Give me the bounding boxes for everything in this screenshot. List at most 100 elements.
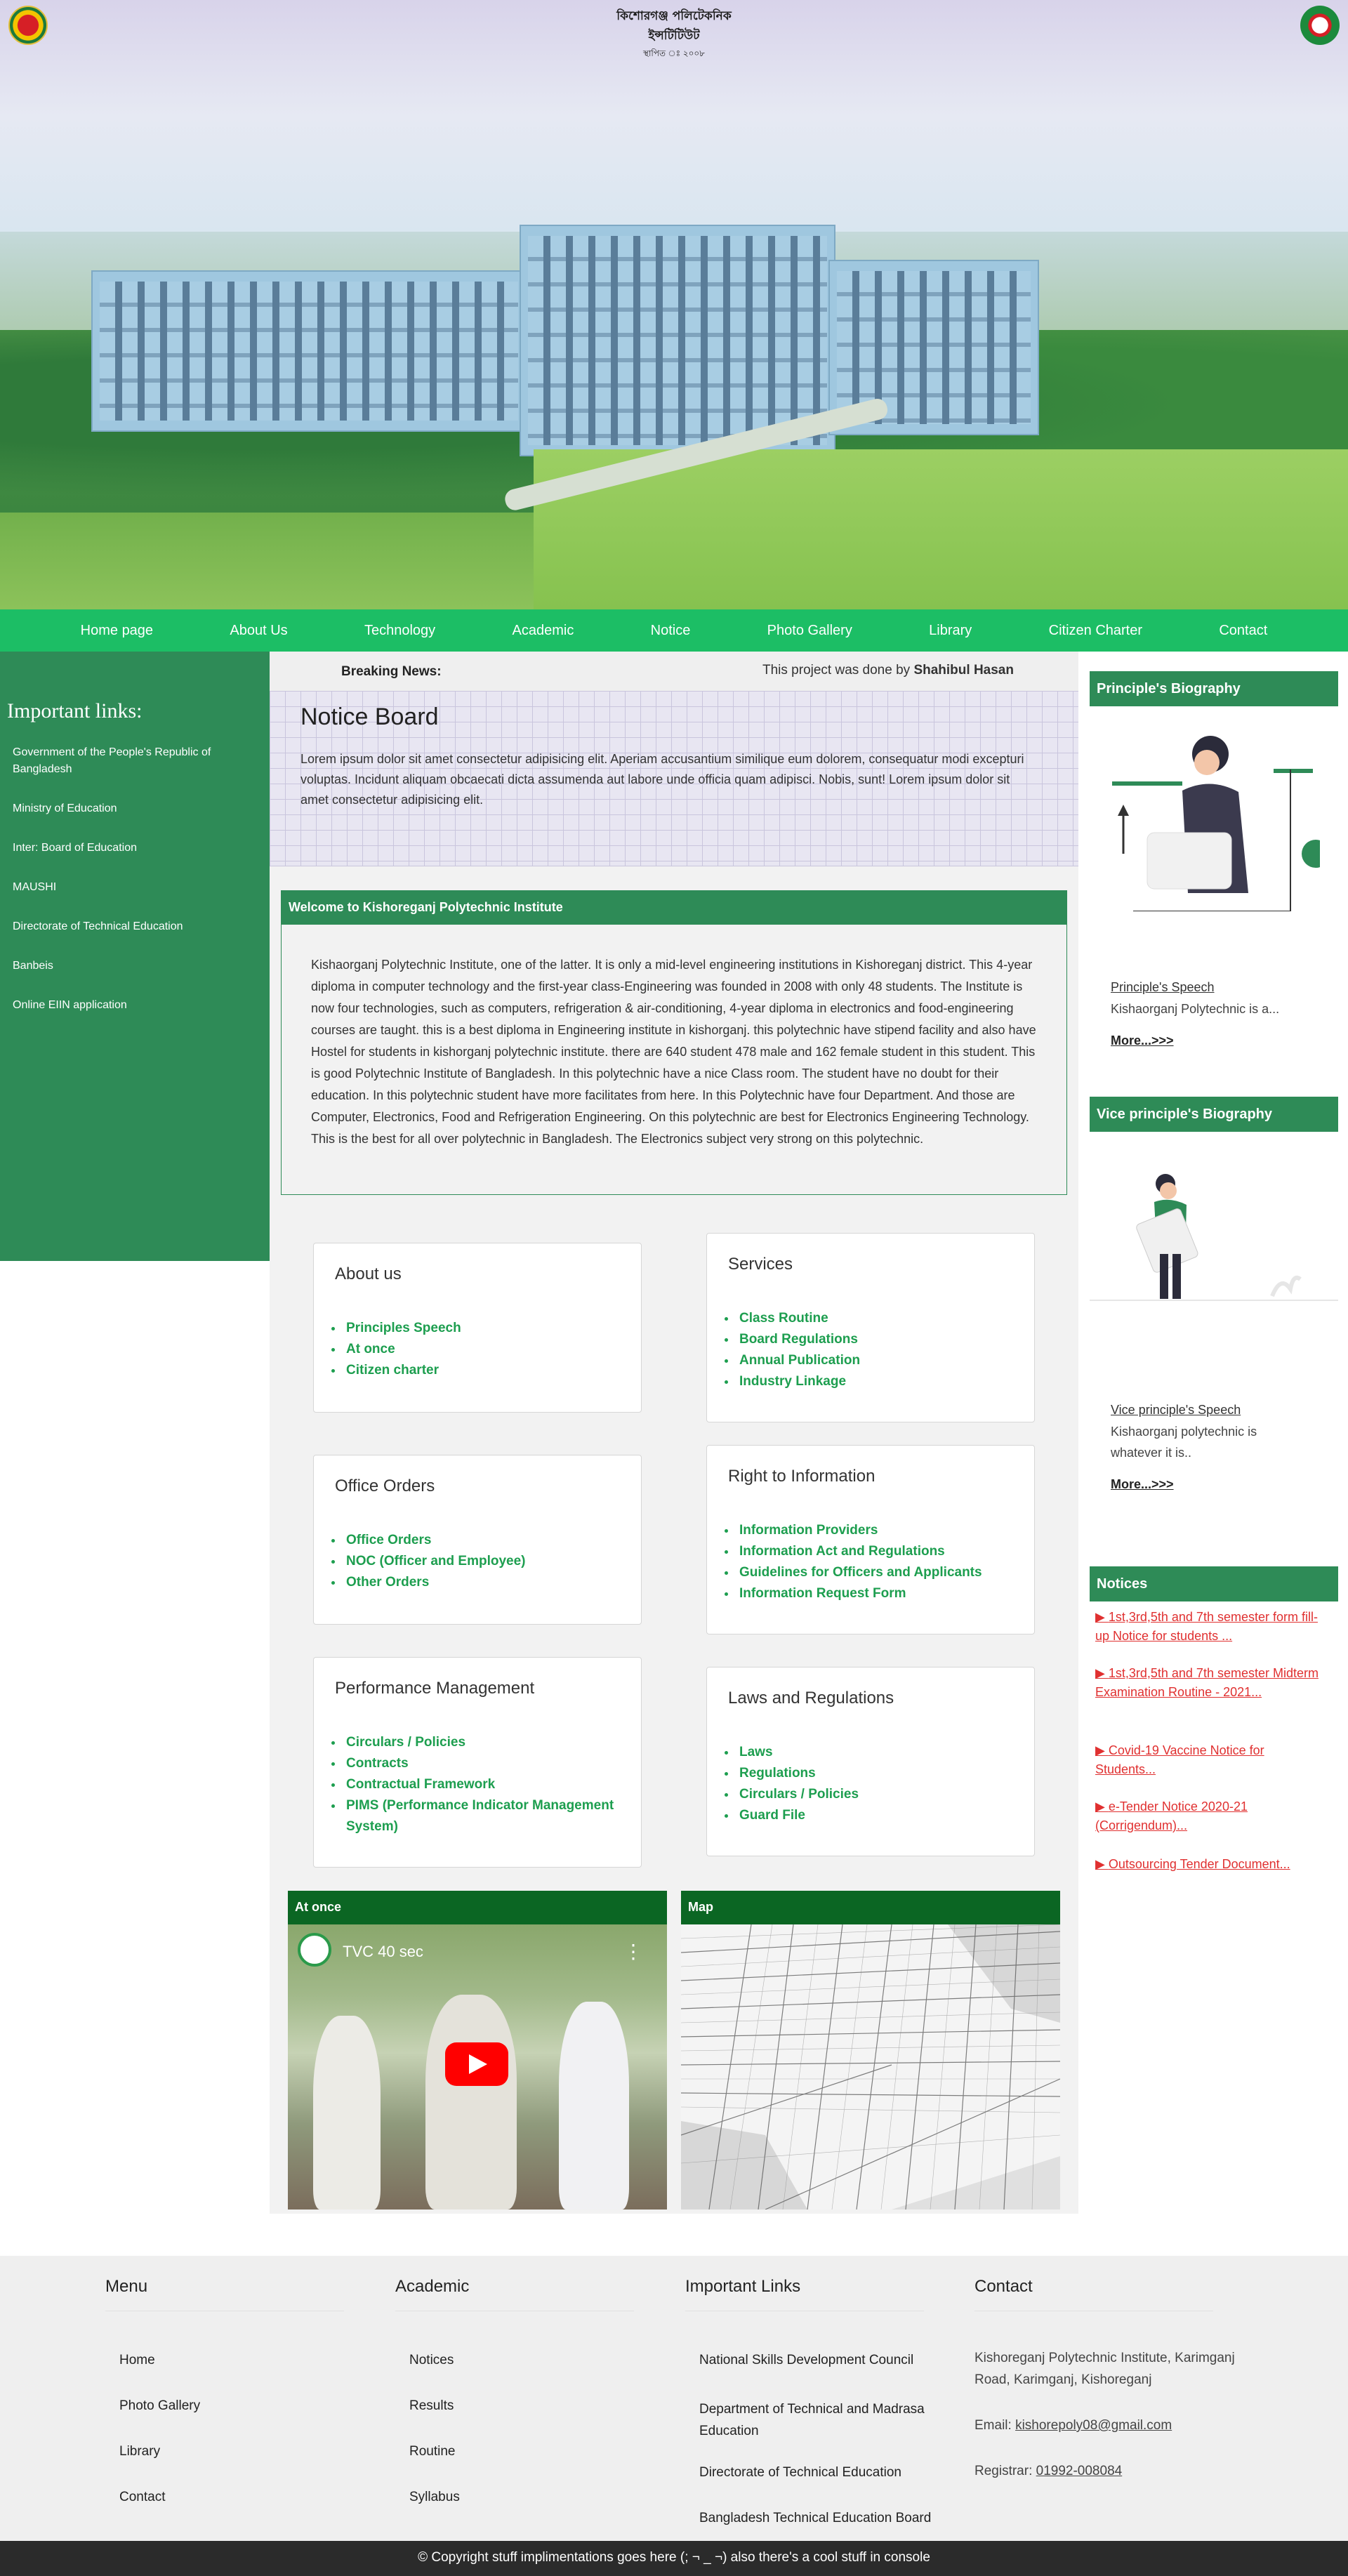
footer-link-contact[interactable]: Contact	[119, 2490, 165, 2505]
sidebar-link-banbeis[interactable]: Banbeis	[7, 958, 263, 975]
notice-item-4[interactable]: ▶ e-Tender Notice 2020-21 (Corrigendum).…	[1095, 1797, 1327, 1835]
footer-link-photo-gallery[interactable]: Photo Gallery	[119, 2398, 200, 2414]
video-player[interactable]: TVC 40 sec ⋮	[288, 1924, 667, 2210]
footer-link-home[interactable]: Home	[119, 2353, 155, 2368]
map-view[interactable]	[681, 1924, 1060, 2210]
youtube-play-icon[interactable]	[445, 2042, 508, 2086]
nav-technology[interactable]: Technology	[364, 623, 435, 639]
nav-about-us[interactable]: About Us	[230, 623, 287, 639]
nav-notice[interactable]: Notice	[651, 623, 691, 639]
card-link[interactable]: Industry Linkage	[736, 1371, 1034, 1392]
notice-item-3[interactable]: ▶ Covid-19 Vaccine Notice for Students..…	[1095, 1741, 1327, 1779]
card-link[interactable]: Laws	[736, 1742, 1034, 1763]
sidebar-link-maushi[interactable]: MAUSHI	[7, 879, 263, 896]
nav-home[interactable]: Home page	[81, 623, 153, 639]
main-nav: Home page About Us Technology Academic N…	[0, 609, 1348, 652]
video-person-left	[313, 2016, 381, 2210]
notice-item-5[interactable]: ▶ Outsourcing Tender Document...	[1095, 1855, 1327, 1874]
card-link[interactable]: Other Orders	[343, 1572, 641, 1593]
vice-principal-speech-link[interactable]: Vice principle's Speech	[1111, 1403, 1241, 1418]
footer-link-results[interactable]: Results	[409, 2398, 454, 2414]
footer-important-title: Important Links	[685, 2277, 924, 2311]
sidebar-link-dte[interactable]: Directorate of Technical Education	[7, 918, 263, 935]
footer-link-dte[interactable]: Directorate of Technical Education	[699, 2465, 952, 2481]
footer-link-syllabus[interactable]: Syllabus	[409, 2490, 460, 2505]
card-link[interactable]: Principles Speech	[343, 1318, 641, 1339]
card-link[interactable]: Information Act and Regulations	[736, 1541, 1034, 1562]
footer-important-links: Important Links National Skills Developm…	[685, 2277, 959, 2525]
footer-link-notices[interactable]: Notices	[409, 2353, 454, 2368]
card-link[interactable]: Contractual Framework	[343, 1774, 620, 1795]
card-link[interactable]: Guidelines for Officers and Applicants	[736, 1562, 1034, 1583]
copyright-bar: © Copyright stuff implimentations goes h…	[0, 2541, 1348, 2576]
footer-contact: Contact Kishoreganj Polytechnic Institut…	[974, 2277, 1248, 2478]
nav-library[interactable]: Library	[929, 623, 972, 639]
vice-principal-bio-header: Vice principle's Biography	[1090, 1097, 1338, 1132]
sidebar-link-government[interactable]: Government of the People's Republic of B…	[7, 744, 263, 778]
footer-link-routine[interactable]: Routine	[409, 2444, 456, 2459]
footer-link-nsdc[interactable]: National Skills Development Council	[699, 2353, 952, 2368]
project-credit-prefix: This project was done by	[762, 663, 914, 678]
site-footer: Menu Home Photo Gallery Library Contact …	[0, 2256, 1348, 2541]
welcome-text: Kishaorganj Polytechnic Institute, one o…	[311, 958, 1036, 1146]
sidebar-link-ministry[interactable]: Ministry of Education	[7, 800, 263, 817]
institute-established: স্থাপিত ঃ ২০০৮	[643, 48, 705, 58]
card-link[interactable]: Information Request Form	[736, 1583, 1034, 1604]
card-link[interactable]: Guard File	[736, 1805, 1034, 1826]
card-title: Office Orders	[335, 1477, 435, 1495]
institute-name: কিশোরগঞ্জ পলিটেকনিক ইন্সটিটিউট	[616, 9, 732, 43]
card-link[interactable]: At once	[343, 1339, 641, 1360]
vice-principal-illustration	[1090, 1174, 1338, 1301]
hero-building-left	[91, 270, 527, 432]
card-link[interactable]: Contracts	[343, 1753, 620, 1774]
contact-registrar-phone[interactable]: 01992-008084	[1036, 2464, 1123, 2478]
footer-menu-title: Menu	[105, 2277, 344, 2311]
card-link[interactable]: NOC (Officer and Employee)	[343, 1551, 641, 1572]
card-link[interactable]: Citizen charter	[343, 1360, 641, 1381]
important-links-sidebar: Important links: Government of the Peopl…	[0, 652, 270, 1261]
footer-academic-title: Academic	[395, 2277, 634, 2311]
card-link[interactable]: Class Routine	[736, 1308, 1034, 1329]
notice-board: Notice Board Lorem ipsum dolor sit amet …	[270, 691, 1078, 866]
notice-item-1[interactable]: ▶ 1st,3rd,5th and 7th semester form fill…	[1095, 1608, 1327, 1646]
about-us-card: About us Principles Speech At once Citiz…	[313, 1243, 642, 1413]
contact-email-link[interactable]: kishorepoly08@gmail.com	[1015, 2418, 1172, 2433]
principal-speech-link[interactable]: Principle's Speech	[1111, 980, 1215, 995]
video-title[interactable]: TVC 40 sec	[343, 1943, 423, 1961]
sidebar-link-eiin[interactable]: Online EIIN application	[7, 997, 263, 1014]
video-person-center	[425, 1995, 517, 2210]
card-link[interactable]: Circulars / Policies	[736, 1784, 1034, 1805]
card-link[interactable]: Regulations	[736, 1763, 1034, 1784]
footer-link-bteb[interactable]: Bangladesh Technical Education Board	[699, 2511, 952, 2526]
footer-link-library[interactable]: Library	[119, 2444, 160, 2459]
institute-logo-icon	[1300, 6, 1340, 45]
principal-more-link[interactable]: More...>>>	[1111, 1033, 1174, 1048]
notice-item-text: Covid-19 Vaccine Notice for Students...	[1095, 1743, 1264, 1776]
notice-item-2[interactable]: ▶ 1st,3rd,5th and 7th semester Midterm E…	[1095, 1664, 1327, 1702]
card-link[interactable]: Board Regulations	[736, 1329, 1034, 1350]
principal-bio-header: Principle's Biography	[1090, 671, 1338, 706]
breaking-news-label: Breaking News:	[341, 664, 442, 679]
sidebar-link-board[interactable]: Inter: Board of Education	[7, 840, 263, 857]
map-panel: Map	[681, 1891, 1060, 2210]
footer-link-tmed[interactable]: Department of Technical and Madrasa Educ…	[699, 2398, 952, 2442]
card-link[interactable]: PIMS (Performance Indicator Management S…	[343, 1795, 620, 1837]
card-link[interactable]: Circulars / Policies	[343, 1732, 620, 1753]
channel-logo-icon[interactable]	[298, 1933, 331, 1967]
right-to-information-card: Right to Information Information Provide…	[706, 1445, 1035, 1634]
welcome-panel: Welcome to Kishoreganj Polytechnic Insti…	[281, 890, 1067, 1195]
card-link[interactable]: Information Providers	[736, 1520, 1034, 1541]
more-options-icon[interactable]: ⋮	[623, 1940, 643, 1963]
nav-academic[interactable]: Academic	[513, 623, 574, 639]
notice-board-text: Lorem ipsum dolor sit amet consectetur a…	[300, 752, 1024, 807]
contact-email: Email: kishorepoly08@gmail.com	[974, 2415, 1241, 2436]
card-link[interactable]: Office Orders	[343, 1530, 641, 1551]
video-person-right	[559, 2002, 629, 2210]
nav-citizen-charter[interactable]: Citizen Charter	[1049, 623, 1142, 639]
nav-contact[interactable]: Contact	[1219, 623, 1267, 639]
government-emblem-icon	[8, 6, 48, 45]
card-link[interactable]: Annual Publication	[736, 1350, 1034, 1371]
vice-principal-more-link[interactable]: More...>>>	[1111, 1477, 1174, 1492]
card-title: Services	[728, 1255, 793, 1274]
nav-photo-gallery[interactable]: Photo Gallery	[767, 623, 852, 639]
